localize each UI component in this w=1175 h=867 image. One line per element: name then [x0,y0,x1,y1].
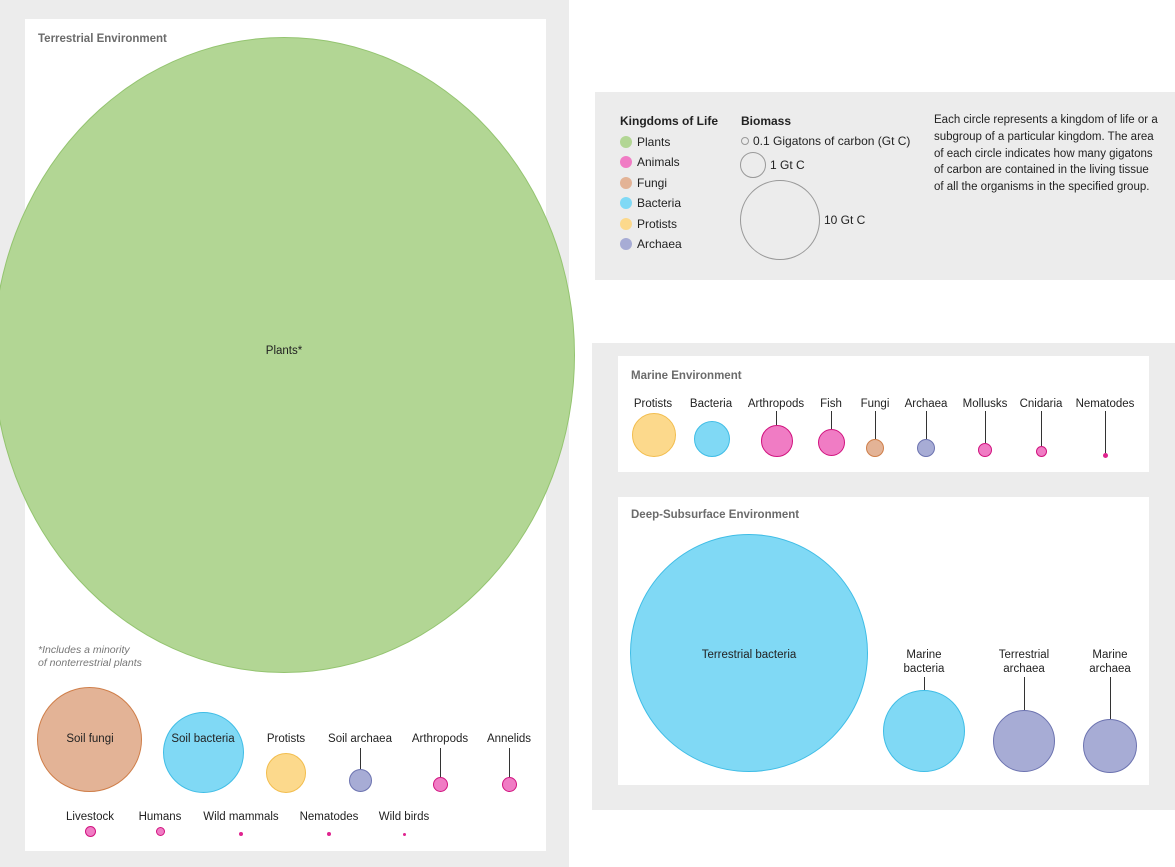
archaea-swatch [620,238,632,250]
marine-archaea-circle [917,439,935,457]
soil-archaea-leader-line [360,748,361,769]
terrestrial-archaea-label-line1: Terrestrial [998,649,1050,661]
plants-label: Plants* [265,345,303,357]
marine-mollusks-leader-line [985,411,986,443]
legend-plants-label: Plants [637,135,671,149]
marine-fish-leader-line [831,411,832,429]
marine-cnidaria-circle [1036,446,1047,457]
legend-archaea-label: Archaea [637,237,682,251]
legend-description: Each circle represents a kingdom of life… [934,114,1158,194]
marine-arthropods-leader-line [776,411,777,425]
scale-large-circle [740,180,820,260]
marine-cnidaria-label: Cnidaria [1019,398,1063,410]
legend-fungi-label: Fungi [637,176,668,190]
deep-marine-archaea-label: Marine archaea [1070,648,1150,676]
marine-nematodes-circle [1103,453,1108,458]
wild-mammals-label: Wild mammals [203,811,279,823]
protists-swatch [620,218,632,230]
marine-fungi-circle [866,439,884,457]
deep-marine-archaea-circle [1083,719,1137,773]
wild-birds-label: Wild birds [378,811,430,823]
deep-marine-archaea-leader-line [1110,677,1111,719]
deep-marine-bacteria-circle [883,690,965,772]
marine-bacteria-label: Bacteria [689,398,733,410]
bacteria-swatch [620,197,632,209]
marine-bacteria-circle [694,421,730,457]
legend-protists-label: Protists [637,217,678,231]
plants-footnote-line1: *Includes a minority [38,644,130,656]
deep-marine-archaea-label-line2: archaea [1089,663,1131,675]
animals-swatch [620,156,632,168]
legend-animals-label: Animals [637,155,680,169]
marine-nematodes-leader-line [1105,411,1106,453]
marine-cnidaria-leader-line [1041,411,1042,446]
soil-archaea-circle [349,769,372,792]
wild-birds-circle [403,833,406,836]
marine-protists-label: Protists [633,398,673,410]
arthropods-circle [433,777,448,792]
terrestrial-archaea-leader-line [1024,677,1025,710]
legend-bacteria-label: Bacteria [637,196,682,210]
scale-mid-circle [740,152,766,178]
deep-marine-bacteria-leader-line [924,677,925,690]
annelids-circle [502,777,517,792]
terrestrial-archaea-label: Terrestrial archaea [984,648,1064,676]
scale-small-circle [741,137,749,145]
plants-footnote: *Includes a minority of nonterrestrial p… [38,644,142,670]
soil-fungi-label: Soil fungi [66,733,114,745]
annelids-leader-line [509,748,510,777]
plants-swatch [620,136,632,148]
protists-circle [266,753,306,793]
nematodes-circle [327,832,331,836]
scale-mid-label: 1 Gt C [770,158,805,172]
scale-small-label: 0.1 Gigatons of carbon (Gt C) [753,134,911,148]
humans-circle [156,827,165,836]
marine-title: Marine Environment [631,370,742,382]
fungi-swatch [620,177,632,189]
biomass-title: Biomass [741,114,792,128]
deep-marine-bacteria-label: Marine bacteria [884,648,964,676]
marine-archaea-label: Archaea [904,398,948,410]
deep-marine-bacteria-label-line1: Marine [906,649,942,661]
marine-protists-circle [632,413,676,457]
livestock-circle [85,826,96,837]
terrestrial-archaea-label-line2: archaea [1003,663,1045,675]
deep-marine-archaea-label-line1: Marine [1092,649,1128,661]
kingdoms-title: Kingdoms of Life [620,114,718,128]
marine-fungi-leader-line [875,411,876,439]
marine-arthropods-circle [761,425,793,457]
marine-mollusks-circle [978,443,992,457]
soil-bacteria-circle [163,712,244,793]
terrestrial-bacteria-label: Terrestrial bacteria [701,649,797,661]
deep-marine-bacteria-label-line2: bacteria [903,663,945,675]
deep-subsurface-title: Deep-Subsurface Environment [631,509,800,521]
marine-mollusks-label: Mollusks [962,398,1008,410]
annelids-label: Annelids [486,733,532,745]
marine-archaea-leader-line [926,411,927,439]
terrestrial-title: Terrestrial Environment [38,33,167,45]
plants-footnote-line2: of nonterrestrial plants [38,657,142,669]
terrestrial-archaea-circle [993,710,1055,772]
scale-large-label: 10 Gt C [824,213,866,227]
wild-mammals-circle [239,832,243,836]
arthropods-leader-line [440,748,441,777]
marine-fish-circle [818,429,845,456]
marine-nematodes-label: Nematodes [1075,398,1135,410]
